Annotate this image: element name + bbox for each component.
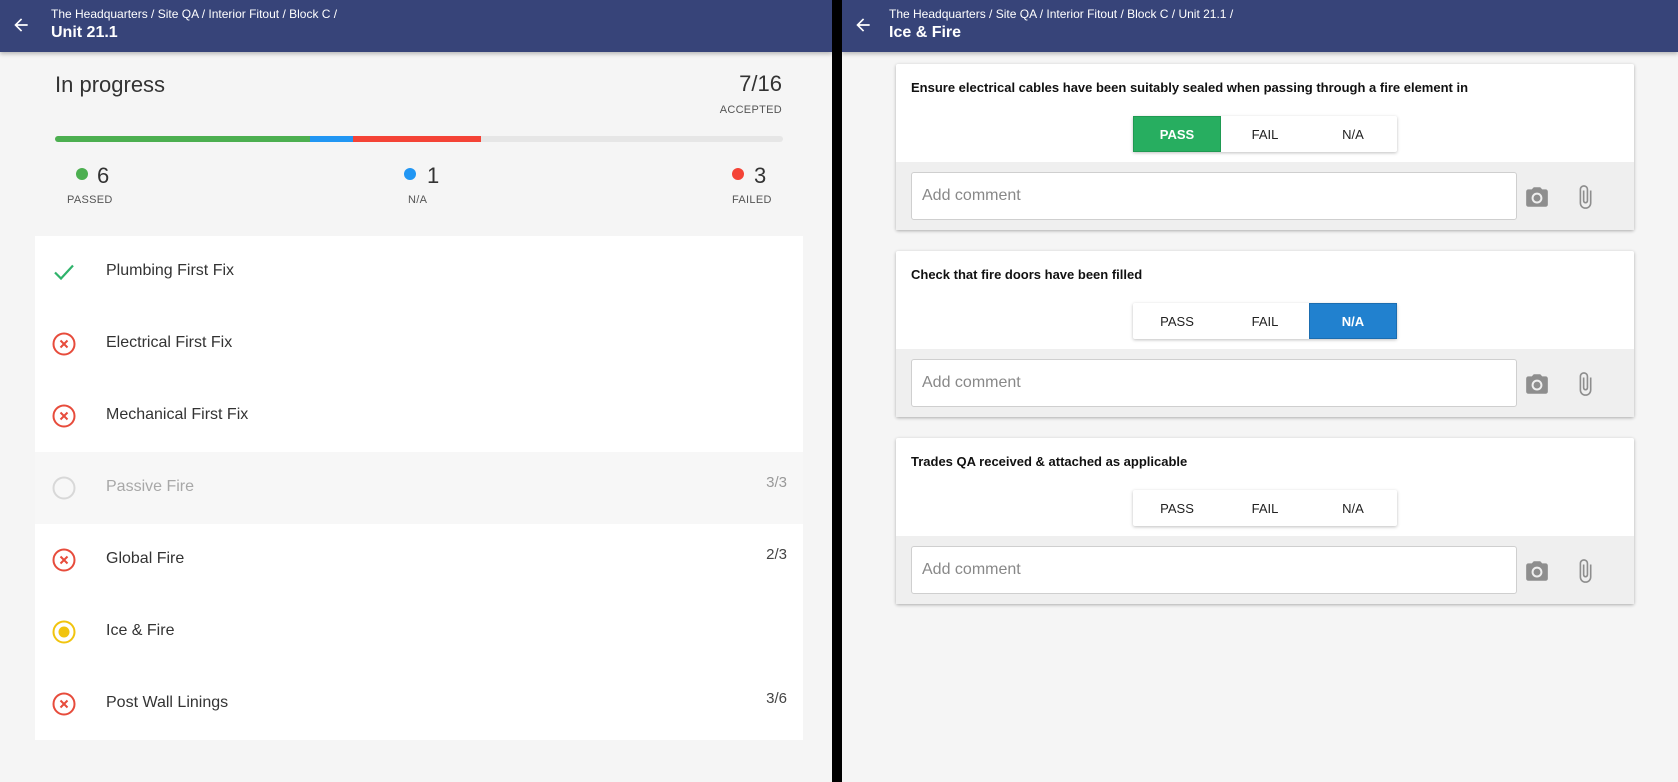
checklist-item-label: Plumbing First Fix: [106, 262, 235, 279]
progress-passed-segment: [55, 136, 310, 142]
checklist-panel: The Headquarters / Site QA / Interior Fi…: [0, 0, 832, 782]
checklist-item-count: 3/3: [766, 474, 787, 491]
question-text: Ensure electrical cables have been suita…: [911, 80, 1469, 95]
accepted-label: ACCEPTED: [719, 104, 782, 116]
checklist-item-electrical-first-fix[interactable]: Electrical First Fix: [35, 308, 803, 380]
checklist-item-count: 3/6: [766, 690, 787, 707]
comment-area: [896, 349, 1634, 417]
camera-icon[interactable]: [1523, 557, 1551, 585]
checklist-item-count: 2/3: [766, 546, 787, 563]
na-button[interactable]: N/A: [1309, 116, 1397, 152]
checklist-item-plumbing-first-fix[interactable]: Plumbing First Fix: [35, 236, 803, 308]
fail-button[interactable]: FAIL: [1221, 490, 1309, 526]
in-progress-circle-icon: [52, 620, 76, 644]
checklist-item-global-fire[interactable]: Global Fire 2/3: [35, 524, 803, 596]
comment-area: [896, 536, 1634, 604]
checklist-item-label: Passive Fire: [106, 478, 195, 495]
failed-dot: [732, 168, 744, 180]
question-card: Check that fire doors have been filled P…: [896, 251, 1634, 417]
page-title: Ice & Fire: [889, 24, 962, 41]
app-header: The Headquarters / Site QA / Interior Fi…: [0, 0, 832, 52]
question-card: Ensure electrical cables have been suita…: [896, 64, 1634, 230]
failed-count: 3: [754, 163, 767, 188]
breadcrumb[interactable]: The Headquarters / Site QA / Interior Fi…: [51, 7, 337, 21]
failed-circle-icon: [52, 692, 76, 716]
comment-input[interactable]: [911, 359, 1517, 407]
arrow-back-icon: [856, 18, 870, 32]
comment-area: [896, 162, 1634, 230]
camera-icon[interactable]: [1523, 370, 1551, 398]
checklist-item-mechanical-first-fix[interactable]: Mechanical First Fix: [35, 380, 803, 452]
question-card: Trades QA received & attached as applica…: [896, 438, 1634, 604]
attachment-icon[interactable]: [1571, 183, 1599, 211]
app-header: The Headquarters / Site QA / Interior Fi…: [842, 0, 1678, 52]
checkmark-icon: [54, 264, 74, 281]
passed-count: 6: [97, 163, 110, 188]
question-text: Trades QA received & attached as applica…: [911, 454, 1188, 469]
na-dot: [404, 168, 416, 180]
fail-button[interactable]: FAIL: [1221, 303, 1309, 339]
na-label: N/A: [408, 194, 428, 206]
checklist-item-label: Mechanical First Fix: [106, 406, 249, 423]
back-button[interactable]: [6, 10, 36, 40]
checklist-item-passive-fire[interactable]: Passive Fire 3/3: [35, 452, 803, 524]
checklist-item-label: Post Wall Linings: [106, 694, 229, 711]
failed-circle-icon: [52, 404, 76, 428]
checklist: Plumbing First Fix Electrical First Fix …: [35, 236, 803, 740]
progress-failed-segment: [353, 136, 481, 142]
na-count: 1: [427, 163, 440, 188]
na-button[interactable]: N/A: [1309, 490, 1397, 526]
passed-label: PASSED: [67, 194, 113, 206]
pass-button[interactable]: PASS: [1133, 303, 1221, 339]
inspection-panel: The Headquarters / Site QA / Interior Fi…: [842, 0, 1678, 782]
breadcrumb[interactable]: The Headquarters / Site QA / Interior Fi…: [889, 7, 1233, 21]
accepted-count: 7/16: [739, 71, 782, 96]
page-title: Unit 21.1: [51, 24, 118, 41]
checklist-item-post-wall-linings[interactable]: Post Wall Linings 3/6: [35, 668, 803, 740]
status-title: In progress: [55, 72, 166, 97]
failed-label: FAILED: [732, 194, 772, 206]
progress-bar: [55, 136, 783, 142]
answer-toggle: PASS FAIL N/A: [1133, 490, 1397, 526]
passed-dot: [76, 168, 88, 180]
arrow-back-icon: [14, 18, 28, 32]
checklist-item-ice-and-fire[interactable]: Ice & Fire: [35, 596, 803, 668]
pass-button[interactable]: PASS: [1133, 116, 1221, 152]
na-button[interactable]: N/A: [1309, 303, 1397, 339]
question-text: Check that fire doors have been filled: [911, 267, 1143, 282]
answer-toggle: PASS FAIL N/A: [1133, 116, 1397, 152]
comment-input[interactable]: [911, 546, 1517, 594]
answer-toggle: PASS FAIL N/A: [1133, 303, 1397, 339]
progress-na-segment: [309, 136, 354, 142]
checklist-item-label: Global Fire: [106, 550, 185, 567]
camera-icon[interactable]: [1523, 183, 1551, 211]
attachment-icon[interactable]: [1571, 557, 1599, 585]
attachment-icon[interactable]: [1571, 370, 1599, 398]
failed-circle-icon: [52, 548, 76, 572]
fail-button[interactable]: FAIL: [1221, 116, 1309, 152]
failed-circle-icon: [52, 332, 76, 356]
checklist-item-label: Electrical First Fix: [106, 334, 233, 351]
checklist-item-label: Ice & Fire: [106, 622, 175, 639]
empty-circle-icon: [52, 476, 76, 500]
pass-button[interactable]: PASS: [1133, 490, 1221, 526]
comment-input[interactable]: [911, 172, 1517, 220]
back-button[interactable]: [848, 10, 878, 40]
